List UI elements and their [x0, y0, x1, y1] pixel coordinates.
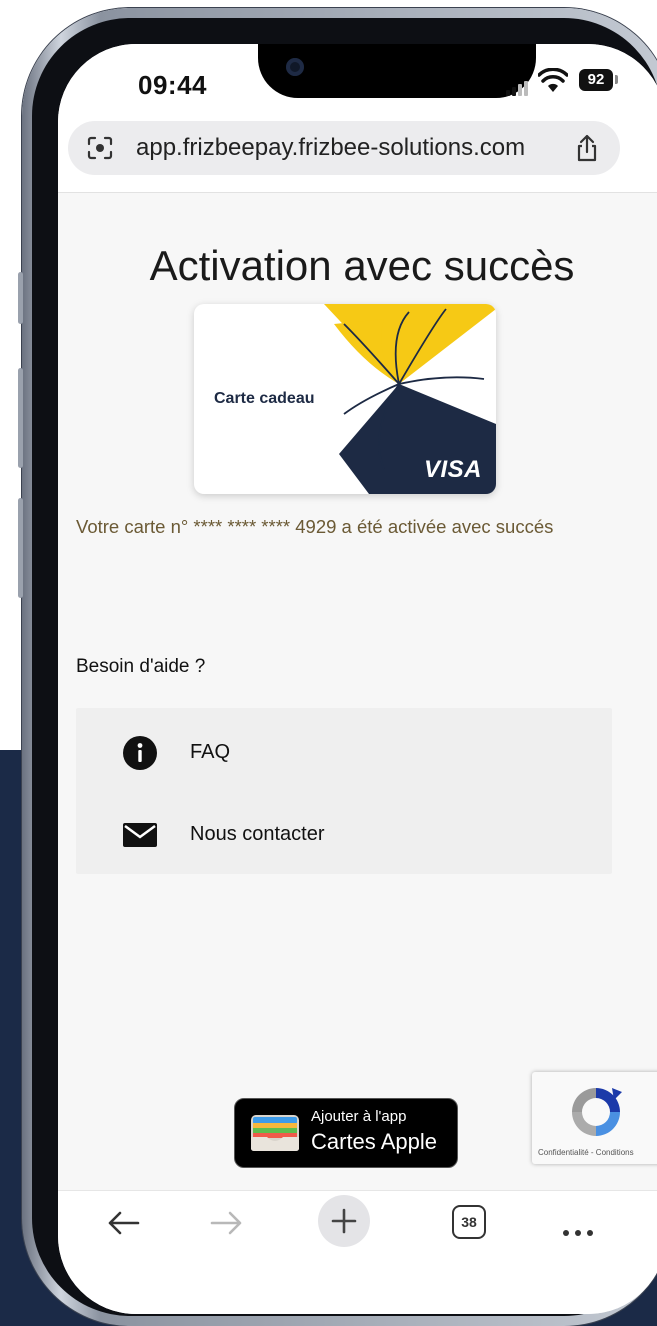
info-icon: [123, 736, 157, 770]
recaptcha-links[interactable]: Confidentialité - Conditions: [538, 1148, 634, 1157]
tabs-button[interactable]: 38: [452, 1205, 486, 1239]
address-bar[interactable]: app.frizbeepay.frizbee-solutions.com: [68, 121, 620, 175]
activation-message: Votre carte n° **** **** **** 4929 a été…: [76, 516, 554, 537]
phone-screen: 09:44 92 app.frizbeepay.frizbee-solution…: [58, 44, 657, 1314]
page-title: Activation avec succès: [149, 242, 575, 289]
front-camera: [286, 58, 304, 76]
wallet-icon: [251, 1115, 299, 1152]
mail-icon: [123, 823, 157, 847]
dynamic-island: [258, 44, 536, 98]
browser-toolbar: 38: [58, 1190, 657, 1314]
wallet-button-line2: Cartes Apple: [311, 1129, 437, 1154]
contact-label: Nous contacter: [190, 823, 325, 845]
cellular-signal-icon: [506, 78, 530, 96]
status-bar: 09:44 92: [58, 44, 657, 114]
contact-link[interactable]: Nous contacter: [122, 814, 522, 854]
faq-label: FAQ: [190, 741, 231, 763]
wifi-icon: [538, 68, 568, 92]
visa-logo: VISA: [423, 456, 482, 483]
status-time: 09:44: [138, 70, 207, 100]
recaptcha-logo-icon: [572, 1088, 622, 1136]
add-to-apple-wallet-button[interactable]: Ajouter à l'app Cartes Apple: [234, 1098, 458, 1168]
browser-address-area: app.frizbeepay.frizbee-solutions.com: [58, 114, 657, 193]
faq-link[interactable]: FAQ: [122, 732, 522, 772]
forward-arrow-icon[interactable]: [206, 1201, 246, 1245]
plus-icon: [331, 1208, 357, 1234]
wallet-button-line1: Ajouter à l'app: [311, 1108, 407, 1125]
gift-card-image: Carte cadeau VISA: [194, 304, 496, 494]
page-scan-icon[interactable]: [86, 135, 114, 161]
recaptcha-badge[interactable]: Confidentialité - Conditions: [532, 1072, 657, 1164]
back-arrow-icon[interactable]: [104, 1201, 144, 1245]
url-text: app.frizbeepay.frizbee-solutions.com: [136, 134, 526, 161]
battery-cap: [615, 75, 618, 84]
more-options-icon[interactable]: [558, 1211, 598, 1255]
help-heading: Besoin d'aide ?: [76, 656, 206, 677]
phone-screen-wrapper: 09:44 92 app.frizbeepay.frizbee-solution…: [22, 8, 657, 1326]
card-label: Carte cadeau: [214, 390, 315, 407]
new-tab-button[interactable]: [318, 1195, 370, 1247]
battery-indicator: 92: [579, 69, 613, 91]
help-links-panel: FAQ Nous contacter: [76, 708, 612, 874]
share-icon[interactable]: [574, 133, 600, 163]
